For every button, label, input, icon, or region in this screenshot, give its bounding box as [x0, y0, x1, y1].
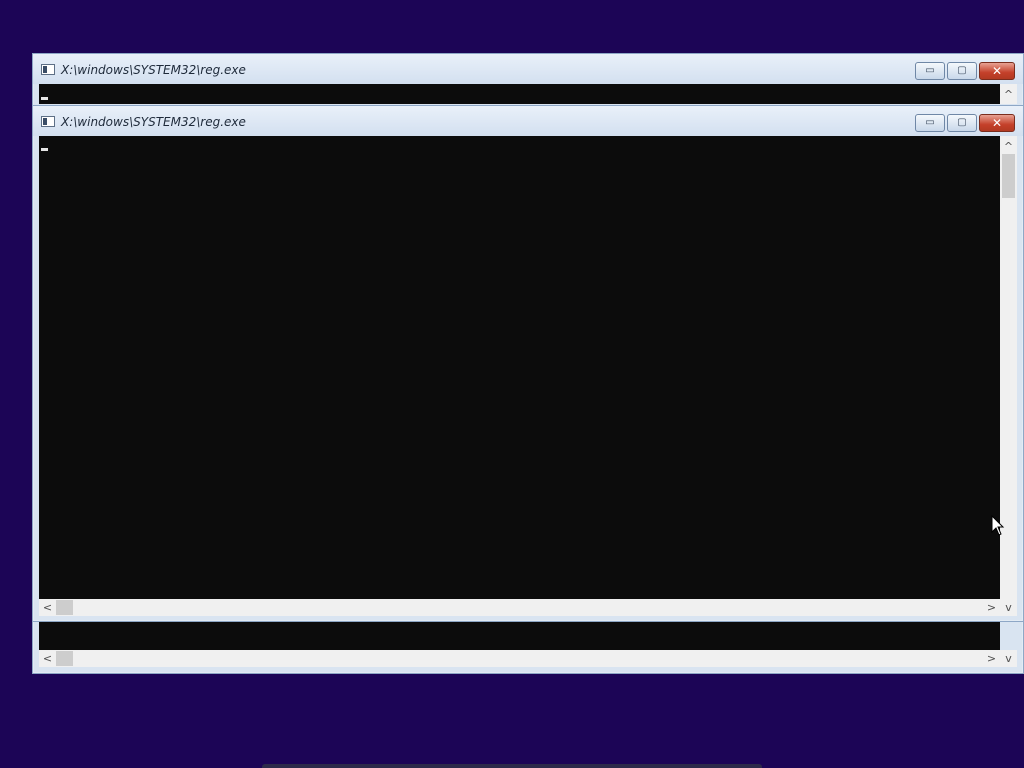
scroll-up-arrow-icon[interactable]: ^ — [1000, 138, 1017, 155]
title-bar[interactable]: X:\windows\SYSTEM32\reg.exe ▭ ▢ ✕ — [33, 106, 1023, 136]
title-bar[interactable]: X:\windows\SYSTEM32\reg.exe ▭ ▢ ✕ — [33, 54, 1023, 84]
horizontal-scrollbar[interactable]: < > v — [39, 599, 1017, 616]
mouse-pointer-icon — [991, 515, 1005, 536]
scroll-up-arrow-icon[interactable]: ^ — [1000, 86, 1017, 103]
minimize-button[interactable]: ▭ — [915, 114, 945, 132]
vertical-scrollbar[interactable]: ^ — [1000, 84, 1017, 104]
console-output-bottom[interactable] — [39, 622, 1000, 650]
text-cursor — [41, 148, 48, 151]
scroll-right-arrow-icon[interactable]: > — [983, 599, 1000, 616]
scroll-thumb[interactable] — [56, 651, 73, 666]
scroll-right-arrow-icon[interactable]: > — [983, 650, 1000, 667]
horizontal-scrollbar[interactable]: < > v — [39, 650, 1017, 667]
scroll-down-arrow-icon[interactable]: v — [1000, 599, 1017, 616]
minimize-button[interactable]: ▭ — [915, 62, 945, 80]
scroll-down-arrow-icon[interactable]: v — [1000, 650, 1017, 667]
console-app-icon — [41, 64, 55, 75]
maximize-button[interactable]: ▢ — [947, 114, 977, 132]
scroll-left-arrow-icon[interactable]: < — [39, 599, 56, 616]
console-output[interactable] — [39, 136, 1000, 599]
window-title: X:\windows\SYSTEM32\reg.exe — [61, 63, 246, 77]
scroll-thumb[interactable] — [56, 600, 73, 615]
console-window-front[interactable]: X:\windows\SYSTEM32\reg.exe ▭ ▢ ✕ ^ < > … — [32, 105, 1024, 622]
close-button[interactable]: ✕ — [979, 114, 1015, 132]
console-app-icon — [41, 116, 55, 127]
scroll-thumb[interactable] — [1002, 154, 1015, 198]
maximize-button[interactable]: ▢ — [947, 62, 977, 80]
close-button[interactable]: ✕ — [979, 62, 1015, 80]
scroll-left-arrow-icon[interactable]: < — [39, 650, 56, 667]
text-cursor — [41, 97, 48, 100]
window-title: X:\windows\SYSTEM32\reg.exe — [61, 115, 246, 129]
taskbar-edge — [262, 764, 762, 768]
console-output-top[interactable] — [39, 84, 1000, 104]
